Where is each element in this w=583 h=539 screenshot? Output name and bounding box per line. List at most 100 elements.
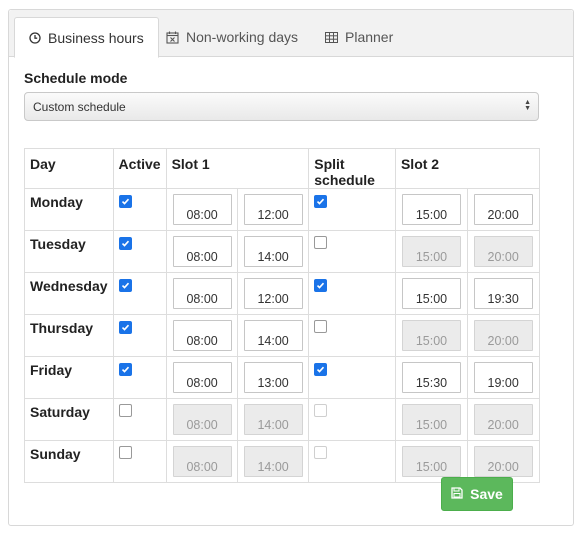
- slot1-end-input[interactable]: 13:00: [243, 362, 303, 393]
- tab-label: Non-working days: [186, 29, 299, 45]
- tab-business-hours[interactable]: Business hours: [14, 17, 159, 58]
- slot1-start-input[interactable]: 08:00: [172, 236, 232, 267]
- slot1-end-input: 14:00: [243, 446, 303, 477]
- slot1-end-cell: 12:00: [236, 188, 310, 231]
- slot2-start-input: 15:00: [401, 236, 461, 267]
- split-schedule-checkbox[interactable]: [314, 195, 328, 208]
- day-name: Sunday: [24, 440, 114, 483]
- business-hours-panel: Business hours Non-working days Planner …: [8, 9, 574, 526]
- slot2-end-input[interactable]: 19:30: [473, 278, 533, 309]
- slot1-end-cell: 14:00: [236, 398, 310, 441]
- clock-icon: [29, 31, 41, 44]
- slot2-start-cell: 15:00: [394, 314, 468, 357]
- active-cell: [112, 188, 167, 231]
- slot1-start-cell: 08:00: [165, 188, 238, 231]
- split-schedule-checkbox: [314, 404, 328, 417]
- slot2-end-cell: 20:00: [466, 188, 541, 231]
- slot2-end-input: 20:00: [473, 404, 533, 435]
- active-checkbox[interactable]: [118, 446, 132, 459]
- slot2-end-input: 20:00: [473, 446, 533, 477]
- slot1-start-cell: 08:00: [165, 440, 238, 483]
- schedule-mode-value: Custom schedule: [33, 100, 126, 114]
- slot2-start-cell: 15:00: [394, 272, 468, 315]
- slot2-start-cell: 15:00: [394, 398, 468, 441]
- split-schedule-checkbox[interactable]: [314, 236, 328, 249]
- active-checkbox[interactable]: [118, 363, 132, 376]
- tab-content: Schedule mode Custom schedule ▲ ▼ Day Act…: [24, 70, 558, 483]
- day-name: Tuesday: [24, 230, 114, 273]
- slot2-start-input: 15:00: [401, 320, 461, 351]
- slot2-end-input[interactable]: 19:00: [473, 362, 533, 393]
- split-schedule-checkbox[interactable]: [314, 320, 328, 333]
- day-name: Friday: [24, 356, 114, 399]
- split-schedule-cell: [308, 440, 396, 483]
- slot2-start-input[interactable]: 15:30: [401, 362, 461, 393]
- slot2-start-input: 15:00: [401, 446, 461, 477]
- slot1-end-input[interactable]: 12:00: [243, 278, 303, 309]
- slot2-end-input[interactable]: 20:00: [473, 194, 533, 225]
- slot2-end-cell: 20:00: [466, 314, 541, 357]
- header-active: Active: [112, 148, 167, 189]
- header-slot1: Slot 1: [165, 148, 310, 189]
- slot1-start-input: 08:00: [172, 446, 232, 477]
- tab-planner[interactable]: Planner: [311, 17, 407, 57]
- slot1-end-input[interactable]: 12:00: [243, 194, 303, 225]
- save-button[interactable]: Save: [441, 477, 513, 511]
- slot2-start-input[interactable]: 15:00: [401, 194, 461, 225]
- active-checkbox[interactable]: [118, 237, 132, 250]
- table-row: Saturday 08:00 14:00 15:00 20:00: [24, 398, 541, 441]
- day-name: Saturday: [24, 398, 114, 441]
- tab-bar: Business hours Non-working days Planner: [9, 10, 573, 58]
- split-schedule-cell: [308, 188, 396, 231]
- header-split-schedule: Split schedule: [308, 148, 396, 189]
- active-cell: [112, 440, 167, 483]
- tab-label: Business hours: [48, 29, 144, 46]
- table-header-row: Day Active Slot 1 Split schedule Slot 2: [24, 148, 541, 189]
- slot2-end-cell: 19:00: [466, 356, 541, 399]
- active-checkbox[interactable]: [118, 404, 132, 417]
- slot2-start-input[interactable]: 15:00: [401, 278, 461, 309]
- split-schedule-cell: [308, 356, 396, 399]
- slot2-start-input: 15:00: [401, 404, 461, 435]
- slot1-start-cell: 08:00: [165, 356, 238, 399]
- slot2-end-cell: 20:00: [466, 398, 541, 441]
- slot2-end-input: 20:00: [473, 236, 533, 267]
- slot1-end-input[interactable]: 14:00: [243, 236, 303, 267]
- slot1-start-input[interactable]: 08:00: [172, 362, 232, 393]
- slot1-start-input: 08:00: [172, 404, 232, 435]
- active-checkbox[interactable]: [118, 279, 132, 292]
- table-row: Friday 08:00 13:00 15:30 19:00: [24, 356, 541, 399]
- split-schedule-checkbox[interactable]: [314, 363, 328, 376]
- header-day: Day: [24, 148, 114, 189]
- active-cell: [112, 398, 167, 441]
- slot1-end-cell: 14:00: [236, 230, 310, 273]
- slot2-start-cell: 15:00: [394, 230, 468, 273]
- save-button-label: Save: [470, 486, 503, 502]
- slot1-start-input[interactable]: 08:00: [172, 194, 232, 225]
- tab-label: Planner: [345, 29, 394, 45]
- active-checkbox[interactable]: [118, 195, 132, 208]
- table-row: Tuesday 08:00 14:00 15:00 20:00: [24, 230, 541, 273]
- table-row: Monday 08:00 12:00 15:00 20:00: [24, 188, 541, 231]
- slot1-start-cell: 08:00: [165, 398, 238, 441]
- slot1-start-input[interactable]: 08:00: [172, 320, 232, 351]
- tab-non-working-days[interactable]: Non-working days: [152, 17, 312, 57]
- slot1-end-input[interactable]: 14:00: [243, 320, 303, 351]
- select-arrows-icon: ▲ ▼: [524, 99, 531, 112]
- slot2-start-cell: 15:30: [394, 356, 468, 399]
- split-schedule-cell: [308, 314, 396, 357]
- slot2-end-cell: 20:00: [466, 230, 541, 273]
- slot1-start-input[interactable]: 08:00: [172, 278, 232, 309]
- active-cell: [112, 356, 167, 399]
- slot2-start-cell: 15:00: [394, 188, 468, 231]
- table-row: Thursday 08:00 14:00 15:00 20:00: [24, 314, 541, 357]
- header-slot2: Slot 2: [394, 148, 541, 189]
- split-schedule-checkbox: [314, 446, 328, 459]
- split-schedule-cell: [308, 398, 396, 441]
- split-schedule-checkbox[interactable]: [314, 279, 328, 292]
- slot1-end-cell: 14:00: [236, 314, 310, 357]
- slot1-end-cell: 14:00: [236, 440, 310, 483]
- active-checkbox[interactable]: [118, 321, 132, 334]
- slot1-start-cell: 08:00: [165, 314, 238, 357]
- schedule-mode-select[interactable]: Custom schedule ▲ ▼: [24, 92, 539, 121]
